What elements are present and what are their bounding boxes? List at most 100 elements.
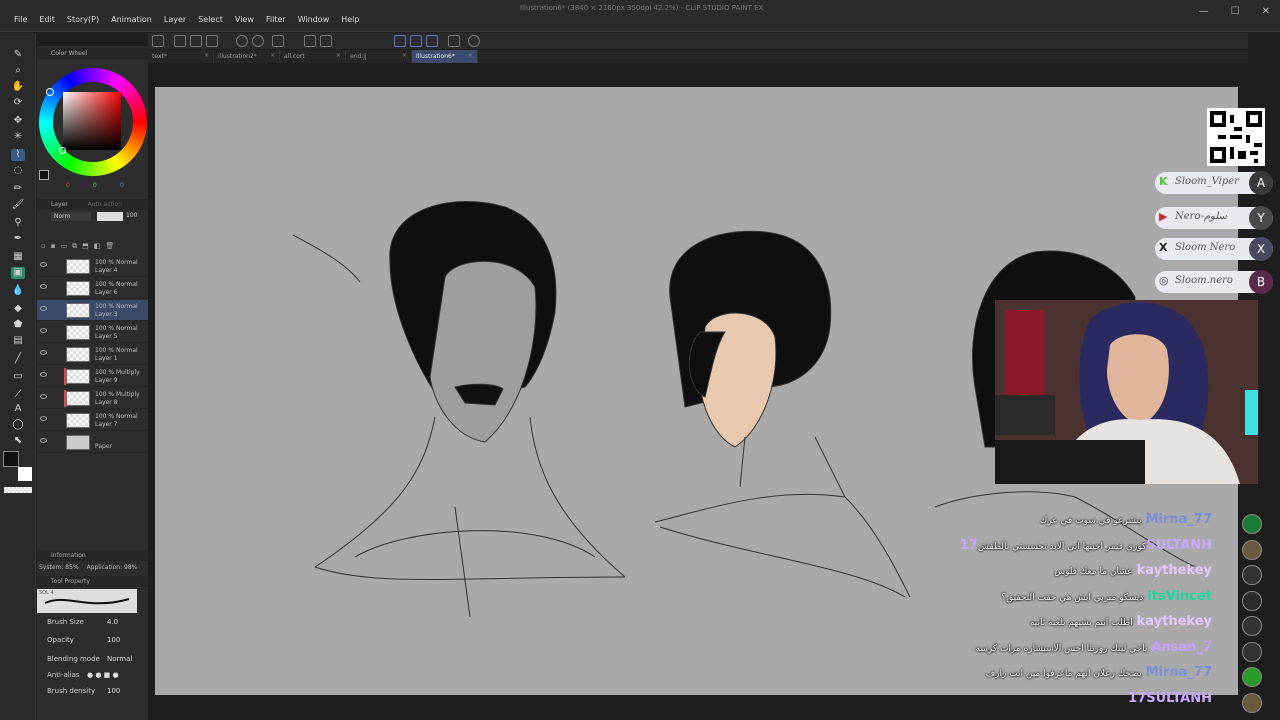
layer-row[interactable]: 100 % Normal Layer 4 bbox=[37, 256, 148, 277]
correct-line-icon[interactable]: ◯ bbox=[11, 419, 25, 431]
transform-icon[interactable] bbox=[320, 35, 332, 47]
density-row[interactable]: Brush density 100 bbox=[47, 687, 147, 695]
ruler-icon[interactable] bbox=[394, 35, 406, 47]
hand-icon[interactable]: ✋ bbox=[11, 81, 25, 93]
menu-animation[interactable]: Animation bbox=[105, 15, 158, 24]
close-tab-icon[interactable]: × bbox=[402, 52, 407, 59]
layer-row[interactable]: Paper bbox=[37, 432, 148, 453]
menu-filter[interactable]: Filter bbox=[260, 15, 292, 24]
visibility-eye-icon[interactable] bbox=[40, 372, 47, 377]
merge-icon[interactable]: ⬒ bbox=[82, 242, 89, 252]
clear-icon[interactable] bbox=[272, 35, 284, 47]
chat-username[interactable]: kaythekey bbox=[1137, 563, 1212, 578]
saturation-value-square[interactable] bbox=[63, 92, 121, 150]
chat-username[interactable]: Mirna_77 bbox=[1146, 665, 1212, 680]
chat-username[interactable]: Ansan_7 bbox=[1151, 640, 1212, 655]
fill-tool-icon[interactable]: ▣ bbox=[11, 267, 25, 279]
close-tab-icon[interactable]: × bbox=[204, 52, 209, 59]
frame-icon[interactable]: ▦ bbox=[11, 251, 25, 263]
layer-row[interactable]: 100 % Normal Layer 5 bbox=[37, 322, 148, 343]
social-youtube[interactable]: ▶ Nero-سلوم Y bbox=[1155, 206, 1273, 230]
device-icon[interactable] bbox=[448, 35, 460, 47]
visibility-eye-icon[interactable] bbox=[40, 394, 47, 399]
current-color-chip[interactable] bbox=[39, 170, 49, 180]
antialias-row[interactable]: Anti-alias ● ● ■ ● bbox=[47, 671, 147, 679]
menu-layer[interactable]: Layer bbox=[158, 15, 192, 24]
maximize-icon[interactable]: ☐ bbox=[1231, 6, 1240, 17]
gradient-icon[interactable]: ▤ bbox=[11, 335, 25, 347]
tab-end[interactable]: end.jj × bbox=[346, 50, 412, 63]
visibility-eye-icon[interactable] bbox=[40, 438, 47, 443]
tab-illustration2[interactable]: illustration2* × bbox=[214, 50, 280, 63]
brush-size-row[interactable]: Brush Size 4.0 bbox=[47, 618, 147, 626]
zoom-icon[interactable]: ⌕ bbox=[11, 65, 25, 77]
tab-illustration6[interactable]: Illustration6* × bbox=[412, 50, 478, 63]
visibility-eye-icon[interactable] bbox=[40, 328, 47, 333]
new-icon[interactable] bbox=[152, 35, 164, 47]
menu-help[interactable]: Help bbox=[335, 15, 365, 24]
menu-file[interactable]: File bbox=[8, 15, 33, 24]
close-icon[interactable]: ✕ bbox=[1262, 6, 1270, 17]
transparent-swatch[interactable] bbox=[4, 487, 32, 493]
menu-window[interactable]: Window bbox=[292, 15, 336, 24]
ruler-snap-icon[interactable] bbox=[410, 35, 422, 47]
lasso-icon[interactable]: ◌ bbox=[11, 165, 25, 177]
brush-icon[interactable]: 🖌 bbox=[11, 199, 25, 211]
blend-icon[interactable]: 💧 bbox=[11, 285, 25, 297]
new-layer-icon[interactable]: ▫ bbox=[41, 242, 46, 252]
text-icon[interactable]: A bbox=[11, 403, 25, 415]
ruler-tool-icon[interactable]: ⟋ bbox=[11, 389, 25, 401]
menu-select[interactable]: Select bbox=[192, 15, 229, 24]
special-ruler-icon[interactable] bbox=[426, 35, 438, 47]
layer-row[interactable]: 100 % Multiply Layer 9 bbox=[37, 366, 148, 387]
visibility-eye-icon[interactable] bbox=[40, 416, 47, 421]
tab-all-cort[interactable]: all.cort × bbox=[280, 50, 346, 63]
print-icon[interactable] bbox=[206, 35, 218, 47]
chat-username[interactable]: kaythekey bbox=[1137, 614, 1212, 629]
layer-tab[interactable]: Layer bbox=[51, 201, 68, 208]
visibility-eye-icon[interactable] bbox=[40, 284, 47, 289]
eraser-icon[interactable]: ◆ bbox=[11, 303, 25, 315]
visibility-eye-icon[interactable] bbox=[40, 262, 47, 267]
social-x[interactable]: X Sloom Nero X bbox=[1155, 237, 1273, 261]
trash-icon[interactable]: 🗑 bbox=[105, 242, 114, 252]
social-kick[interactable]: K Sloom_Viper A bbox=[1155, 171, 1273, 195]
close-tab-icon[interactable]: × bbox=[270, 52, 275, 59]
rotate-icon[interactable]: ⟳ bbox=[11, 97, 25, 109]
layer-row[interactable]: 100 % Normal Layer 7 bbox=[37, 410, 148, 431]
minimize-icon[interactable]: — bbox=[1199, 6, 1209, 17]
eyedropper-icon[interactable]: ⌇ bbox=[11, 149, 25, 161]
folder-icon[interactable]: ▭ bbox=[61, 242, 68, 252]
visibility-eye-icon[interactable] bbox=[40, 306, 47, 311]
blending-row[interactable]: Blending mode Normal bbox=[47, 655, 147, 663]
layer-row[interactable]: 100 % Normal Layer 6 bbox=[37, 278, 148, 299]
tab-text[interactable]: text* × bbox=[148, 50, 214, 63]
close-tab-icon[interactable]: × bbox=[336, 52, 341, 59]
open-icon[interactable] bbox=[174, 35, 186, 47]
bucket-icon[interactable]: ⬟ bbox=[11, 319, 25, 331]
pen-icon[interactable]: ✎ bbox=[11, 49, 25, 61]
opacity-slider[interactable] bbox=[97, 212, 123, 221]
chat-username[interactable]: itsVincet bbox=[1147, 589, 1212, 604]
airbrush-icon[interactable]: ⚲ bbox=[11, 217, 25, 229]
auto-action-tab[interactable]: Auto action bbox=[88, 201, 122, 208]
pencil-icon[interactable]: ✏ bbox=[11, 183, 25, 195]
auto-select-icon[interactable]: ✳ bbox=[11, 131, 25, 143]
redo-icon[interactable] bbox=[252, 35, 264, 47]
figure-icon[interactable]: ╱ bbox=[11, 353, 25, 365]
move-icon[interactable]: ✥ bbox=[11, 115, 25, 127]
layer-row[interactable]: 100 % Normal Layer 1 bbox=[37, 344, 148, 365]
mask-icon[interactable]: ◧ bbox=[94, 242, 101, 252]
opacity-row[interactable]: Opacity 100 bbox=[47, 636, 147, 644]
operation-icon[interactable]: ⬉ bbox=[11, 435, 25, 447]
save-icon[interactable] bbox=[190, 35, 202, 47]
menu-view[interactable]: View bbox=[229, 15, 260, 24]
copy-icon[interactable]: ⧉ bbox=[72, 242, 77, 252]
balloon-icon[interactable]: ▭ bbox=[11, 371, 25, 383]
layer-row[interactable]: 100 % Multiply Layer 8 bbox=[37, 388, 148, 409]
blend-mode-select[interactable]: Norm bbox=[51, 212, 91, 221]
menu-edit[interactable]: Edit bbox=[33, 15, 61, 24]
sub-color-swatch[interactable] bbox=[18, 467, 32, 481]
main-color-swatch[interactable] bbox=[3, 451, 19, 467]
decoration-icon[interactable]: ✒ bbox=[11, 233, 25, 245]
